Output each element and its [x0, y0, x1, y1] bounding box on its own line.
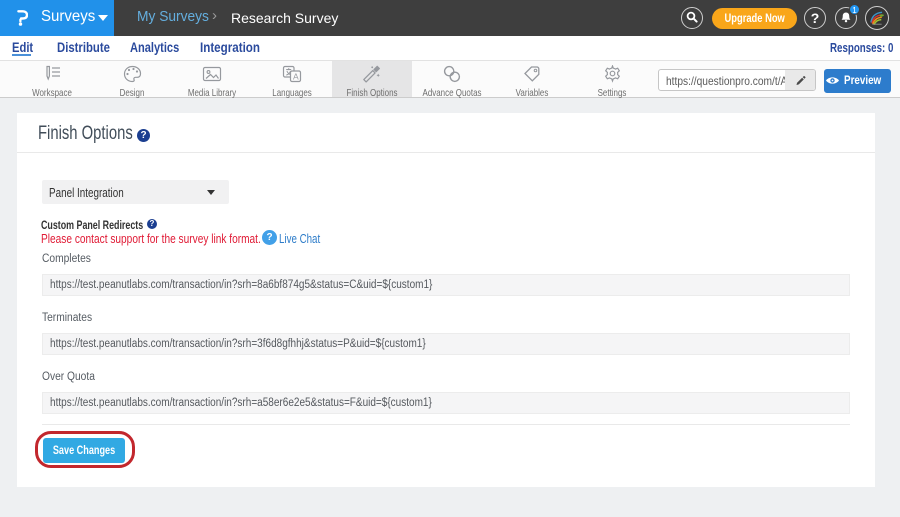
svg-text:A: A — [293, 72, 299, 82]
